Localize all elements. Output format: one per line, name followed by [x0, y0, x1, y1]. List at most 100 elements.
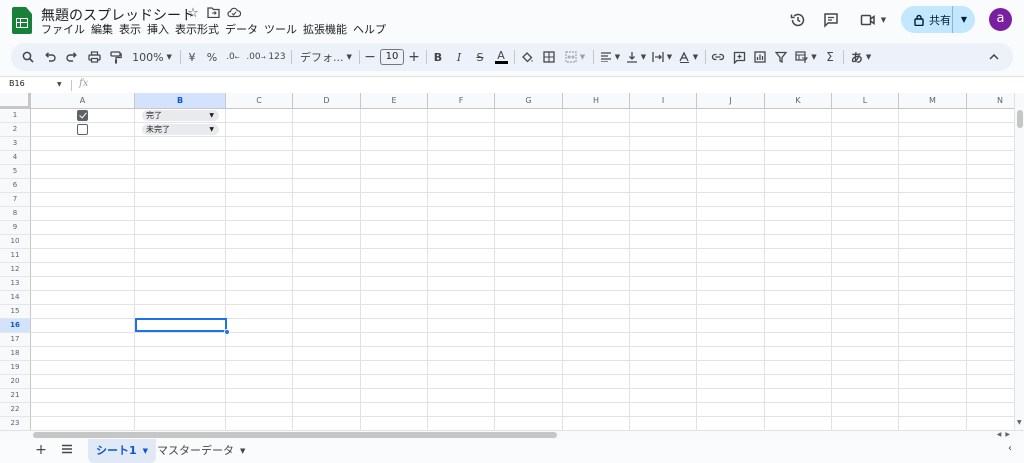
- column-header-f[interactable]: F: [428, 93, 495, 109]
- column-header-a[interactable]: A: [31, 93, 135, 109]
- redo-icon[interactable]: [64, 43, 80, 71]
- decrease-font-size-button[interactable]: −: [363, 43, 377, 71]
- version-history-icon[interactable]: [787, 9, 809, 31]
- paint-format-icon[interactable]: [108, 43, 124, 71]
- borders-icon[interactable]: [541, 43, 557, 71]
- row-header-4[interactable]: 4: [0, 151, 31, 165]
- currency-format-button[interactable]: ¥: [185, 43, 199, 71]
- text-color-button[interactable]: A: [493, 43, 509, 71]
- sheet-tab-2-caret-icon[interactable]: ▼: [240, 439, 245, 463]
- row-header-10[interactable]: 10: [0, 235, 31, 249]
- filter-icon[interactable]: [773, 43, 789, 71]
- row-header-16[interactable]: 16: [0, 319, 31, 333]
- cloud-status-icon[interactable]: [227, 7, 242, 21]
- horizontal-align-icon[interactable]: ▼: [598, 43, 622, 71]
- active-cell-selection[interactable]: [135, 318, 227, 332]
- row-header-19[interactable]: 19: [0, 361, 31, 375]
- checkbox-unchecked[interactable]: [77, 124, 88, 135]
- column-header-m[interactable]: M: [899, 93, 967, 109]
- row-header-14[interactable]: 14: [0, 291, 31, 305]
- print-icon[interactable]: [86, 43, 102, 71]
- row-header-23[interactable]: 23: [0, 417, 31, 430]
- menu-help[interactable]: ヘルプ: [353, 23, 391, 37]
- increase-font-size-button[interactable]: +: [407, 43, 421, 71]
- zoom-select[interactable]: 100% ▼: [129, 43, 175, 71]
- search-menus-icon[interactable]: [20, 43, 36, 71]
- functions-button[interactable]: Σ: [822, 43, 838, 71]
- menu-extensions[interactable]: 拡張機能: [303, 23, 352, 37]
- row-header-15[interactable]: 15: [0, 305, 31, 319]
- menu-file[interactable]: ファイル: [41, 23, 90, 37]
- vertical-align-icon[interactable]: ▼: [624, 43, 648, 71]
- share-dropdown-icon[interactable]: ▼: [953, 15, 975, 24]
- fill-color-icon[interactable]: [519, 43, 535, 71]
- sheet-grid[interactable]: ABCDEFGHIJKLMN 1 2 3 4 5 6 7 8 9 10 11 12 13 14 15 16 17…: [0, 93, 1014, 430]
- row-header-7[interactable]: 7: [0, 193, 31, 207]
- text-rotation-icon[interactable]: ▼: [676, 43, 700, 71]
- row-header-22[interactable]: 22: [0, 403, 31, 417]
- horizontal-scroll-arrows-icon[interactable]: ◀▶: [997, 431, 1014, 438]
- column-header-n[interactable]: N: [967, 93, 1014, 109]
- menu-view[interactable]: 表示: [119, 23, 146, 37]
- share-main[interactable]: 共有: [901, 6, 953, 33]
- more-formats-button[interactable]: 123: [268, 43, 286, 71]
- row-header-1[interactable]: 1: [0, 109, 31, 123]
- explore-collapse-icon[interactable]: ‹: [1008, 443, 1012, 454]
- text-wrap-icon[interactable]: ▼: [650, 43, 674, 71]
- menu-edit[interactable]: 編集: [91, 23, 118, 37]
- name-box-caret-icon[interactable]: ▼: [57, 81, 62, 88]
- bold-button[interactable]: B: [430, 43, 446, 71]
- column-header-i[interactable]: I: [630, 93, 697, 109]
- add-sheet-icon[interactable]: +: [33, 443, 49, 459]
- sheet-tab-2[interactable]: マスターデータ ▼: [149, 439, 253, 463]
- menu-insert[interactable]: 挿入: [147, 23, 174, 37]
- row-header-20[interactable]: 20: [0, 375, 31, 389]
- column-header-c[interactable]: C: [226, 93, 293, 109]
- merge-cells-icon[interactable]: ▼: [562, 43, 588, 71]
- name-box[interactable]: B16: [9, 79, 25, 88]
- column-header-b[interactable]: B: [135, 93, 226, 109]
- row-header-21[interactable]: 21: [0, 389, 31, 403]
- font-size-input[interactable]: 10: [380, 49, 404, 65]
- status-dropdown-chip[interactable]: 未完了 ▼: [142, 124, 219, 135]
- checkbox-checked[interactable]: [77, 110, 88, 121]
- row-header-8[interactable]: 8: [0, 207, 31, 221]
- column-header-g[interactable]: G: [495, 93, 563, 109]
- sheet-tab-1-caret-icon[interactable]: ▼: [143, 439, 148, 463]
- column-header-k[interactable]: K: [765, 93, 832, 109]
- font-select[interactable]: デフォ... ▼: [298, 43, 354, 71]
- comments-icon[interactable]: [820, 9, 842, 31]
- input-tools-button[interactable]: あ ▼: [848, 43, 874, 71]
- horizontal-scrollbar[interactable]: ◀▶: [0, 430, 1024, 439]
- percent-format-button[interactable]: %: [205, 43, 219, 71]
- row-header-2[interactable]: 2: [0, 123, 31, 137]
- column-header-l[interactable]: L: [832, 93, 899, 109]
- row-header-12[interactable]: 12: [0, 263, 31, 277]
- decrease-decimal-button[interactable]: .0 ←: [224, 43, 242, 71]
- filter-views-icon[interactable]: ▼: [793, 43, 819, 71]
- chip-caret-icon[interactable]: ▼: [209, 124, 214, 135]
- italic-button[interactable]: I: [451, 43, 467, 71]
- move-folder-icon[interactable]: [206, 7, 220, 21]
- row-header-13[interactable]: 13: [0, 277, 31, 291]
- column-header-e[interactable]: E: [361, 93, 428, 109]
- row-header-3[interactable]: 3: [0, 137, 31, 151]
- insert-comment-icon[interactable]: [731, 43, 747, 71]
- row-header-9[interactable]: 9: [0, 221, 31, 235]
- row-header-6[interactable]: 6: [0, 179, 31, 193]
- increase-decimal-button[interactable]: .00 →: [246, 43, 266, 71]
- status-dropdown-chip[interactable]: 完了 ▼: [142, 110, 219, 121]
- insert-chart-icon[interactable]: [752, 43, 768, 71]
- vertical-scrollbar[interactable]: ▼: [1014, 93, 1024, 430]
- row-header-11[interactable]: 11: [0, 249, 31, 263]
- scroll-down-icon[interactable]: ▼: [1017, 419, 1022, 426]
- row-header-18[interactable]: 18: [0, 347, 31, 361]
- strikethrough-button[interactable]: S: [472, 43, 488, 71]
- document-title[interactable]: 無題のスプレッドシート: [41, 5, 195, 25]
- star-icon[interactable]: ☆: [186, 7, 200, 21]
- menu-format[interactable]: 表示形式: [175, 23, 224, 37]
- all-sheets-icon[interactable]: [59, 443, 75, 459]
- sheets-logo-icon[interactable]: [12, 7, 32, 34]
- avatar[interactable]: a: [989, 8, 1012, 31]
- collapse-toolbar-icon[interactable]: [986, 43, 1002, 71]
